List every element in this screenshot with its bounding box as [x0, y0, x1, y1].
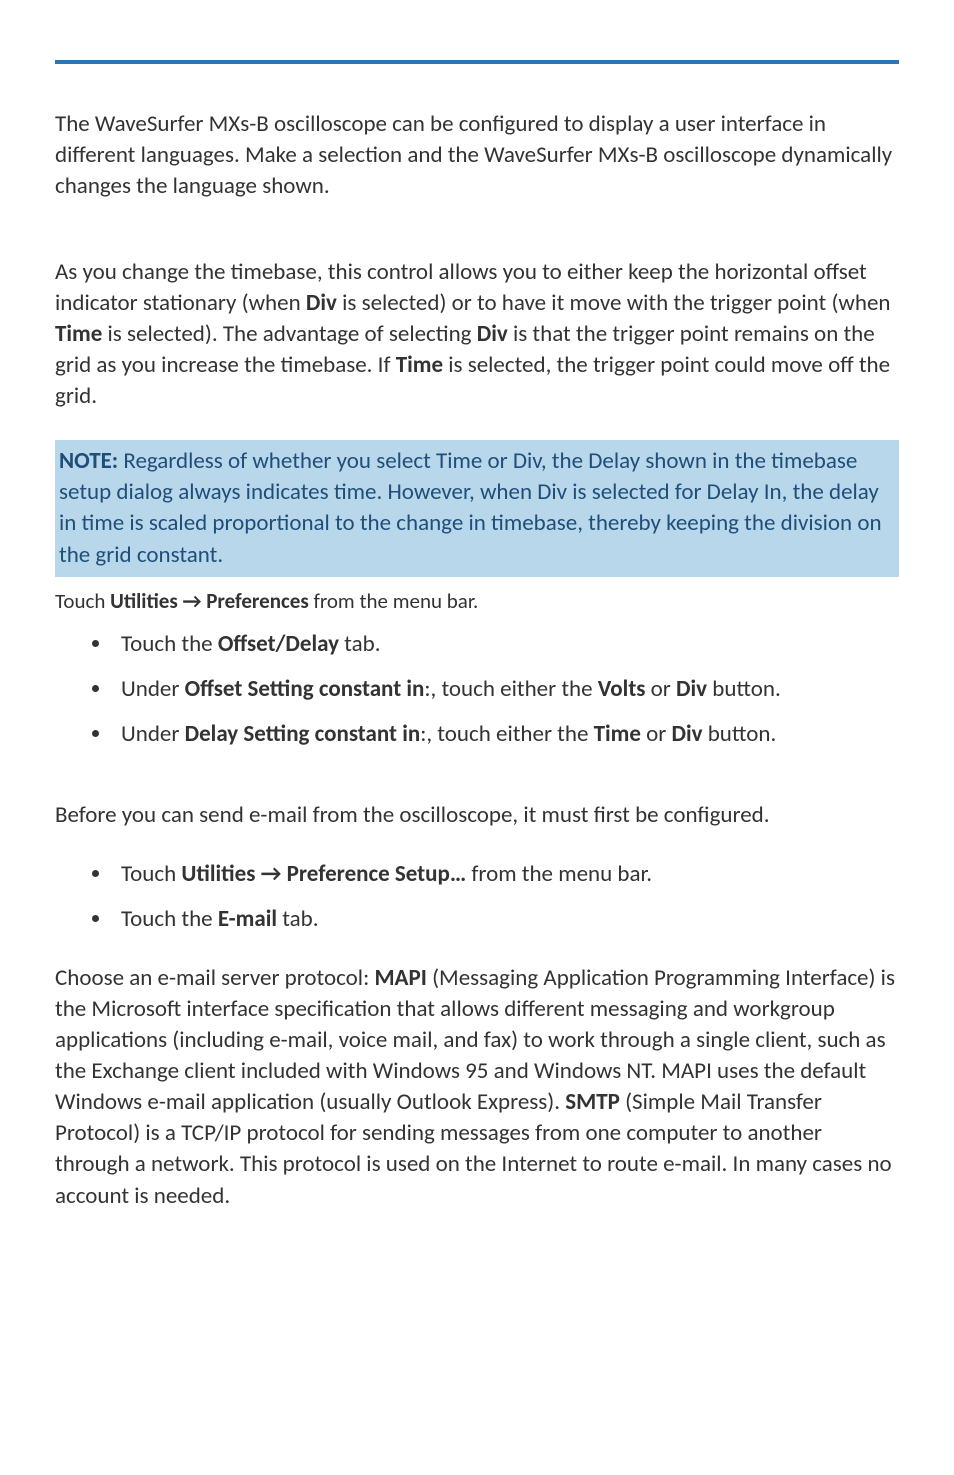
- text: from the menu bar.: [466, 860, 652, 888]
- steps-list-2: Touch Utilities → Preference Setup… from…: [55, 859, 899, 935]
- smtp-label: SMTP: [565, 1088, 620, 1116]
- mapi-label: MAPI: [374, 964, 426, 992]
- utilities-menu: Utilities: [181, 860, 255, 888]
- volts-button: Volts: [598, 675, 646, 703]
- text: Touch: [55, 588, 110, 614]
- preferences-menu: Preferences: [206, 588, 308, 614]
- steps-list-1: Touch the Offset/Delay tab. Under Offset…: [55, 629, 899, 750]
- text: Under: [121, 720, 185, 748]
- intro-paragraph: The WaveSurfer MXs-B oscilloscope can be…: [55, 109, 899, 202]
- header-rule: [55, 60, 899, 64]
- note-text: Regardless of whether you select Time or…: [59, 447, 882, 568]
- text: tab.: [339, 630, 381, 658]
- div-label: Div: [477, 320, 508, 348]
- list-item: Under Offset Setting constant in:, touch…: [113, 674, 899, 705]
- text: tab.: [277, 905, 319, 933]
- list-item: Touch the E-mail tab.: [113, 904, 899, 935]
- text: Touch the: [121, 630, 218, 658]
- text: Touch: [121, 860, 181, 888]
- offset-delay-tab: Offset/Delay: [218, 630, 339, 658]
- note-label: NOTE:: [59, 447, 118, 475]
- time-button: Time: [594, 720, 641, 748]
- text: from the menu bar.: [309, 588, 479, 614]
- div-button: Div: [671, 720, 702, 748]
- text: :, touch either the: [424, 675, 597, 703]
- text: Touch the: [121, 905, 218, 933]
- note-box: NOTE: Regardless of whether you select T…: [55, 440, 899, 576]
- text: is selected). The advantage of selecting: [102, 320, 476, 348]
- preference-setup-menu: Preference Setup…: [287, 860, 467, 888]
- text: button.: [703, 720, 777, 748]
- list-item: Touch Utilities → Preference Setup… from…: [113, 859, 899, 890]
- text: button.: [707, 675, 781, 703]
- list-item: Touch the Offset/Delay tab.: [113, 629, 899, 660]
- text: :, touch either the: [420, 720, 593, 748]
- text: or: [641, 720, 672, 748]
- div-label: Div: [306, 289, 337, 317]
- delay-setting-label: Delay Setting constant in: [185, 720, 421, 748]
- email-intro-paragraph: Before you can send e-mail from the osci…: [55, 800, 899, 831]
- text: Under: [121, 675, 185, 703]
- email-protocol-paragraph: Choose an e-mail server protocol: MAPI (…: [55, 963, 899, 1211]
- arrow-icon: →: [178, 588, 207, 614]
- offset-setting-label: Offset Setting constant in: [185, 675, 425, 703]
- email-tab: E-mail: [218, 905, 277, 933]
- timebase-paragraph: As you change the timebase, this control…: [55, 257, 899, 412]
- utilities-menu: Utilities: [110, 588, 178, 614]
- div-button: Div: [676, 675, 707, 703]
- text: or: [645, 675, 676, 703]
- time-label: Time: [55, 320, 102, 348]
- menu-path: Touch Utilities → Preferences from the m…: [55, 587, 899, 615]
- time-label: Time: [396, 351, 443, 379]
- list-item: Under Delay Setting constant in:, touch …: [113, 719, 899, 750]
- text: Choose an e-mail server protocol:: [55, 964, 374, 992]
- arrow-icon: →: [255, 860, 286, 888]
- text: is selected) or to have it move with the…: [337, 289, 891, 317]
